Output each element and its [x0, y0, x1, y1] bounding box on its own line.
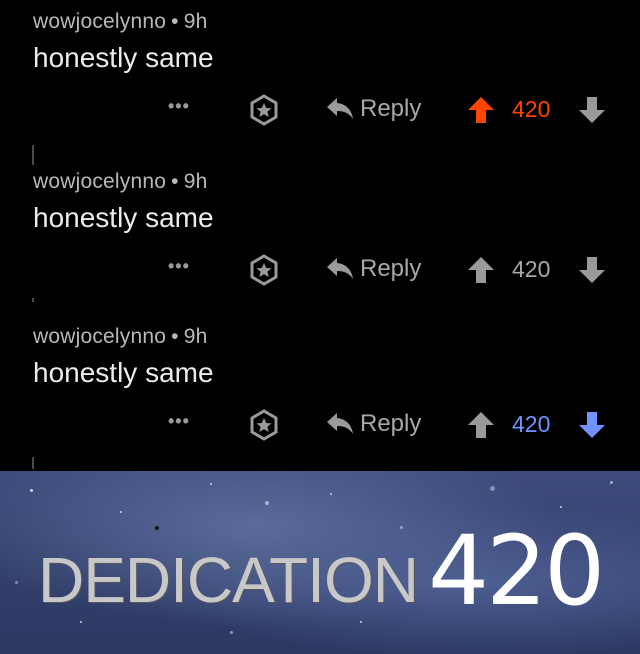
reply-icon[interactable] [325, 411, 355, 437]
star [15, 581, 18, 584]
comment-actions: ••• Reply 420 [0, 248, 640, 294]
comment-3: wowjocelynno • 9h honestly same ••• Reply … [0, 315, 640, 470]
upvote-arrow-icon[interactable] [467, 95, 495, 125]
timestamp: 9h [183, 170, 208, 193]
comment-actions: ••• Reply 420 [0, 403, 640, 449]
username[interactable]: wowjocelynno [33, 170, 166, 193]
more-options-button[interactable]: ••• [168, 256, 190, 277]
username[interactable]: wowjocelynno [33, 10, 166, 33]
star [610, 481, 613, 484]
star [265, 501, 269, 505]
timestamp: 9h [183, 10, 208, 33]
reply-button[interactable]: Reply [360, 255, 421, 283]
more-options-button[interactable]: ••• [168, 411, 190, 432]
star [210, 483, 212, 485]
meta-separator: • [171, 325, 179, 348]
thread-line [32, 457, 34, 469]
star [360, 621, 362, 623]
thread-line [32, 298, 34, 302]
banner-word: DEDICATION [38, 544, 419, 616]
reply-icon[interactable] [325, 256, 355, 282]
comment-meta: wowjocelynno • 9h [33, 10, 207, 34]
vote-score: 420 [512, 411, 551, 437]
reply-button[interactable]: Reply [360, 410, 421, 438]
comment-text: honestly same [33, 357, 214, 388]
award-icon[interactable] [248, 409, 280, 441]
star [230, 631, 233, 634]
upvote-arrow-icon[interactable] [467, 255, 495, 285]
star [155, 526, 159, 530]
comment-2: wowjocelynno • 9h honestly same ••• Reply … [0, 160, 640, 315]
downvote-arrow-icon[interactable] [578, 410, 606, 440]
banner-number: 420 [428, 515, 605, 627]
star [120, 511, 122, 513]
downvote-arrow-icon[interactable] [578, 95, 606, 125]
upvote-arrow-icon[interactable] [467, 410, 495, 440]
comment-actions: ••• Reply 420 [0, 88, 640, 134]
comment-meta: wowjocelynno • 9h [33, 325, 207, 349]
downvote-arrow-icon[interactable] [578, 255, 606, 285]
meme-banner: DEDICATION 420 [0, 471, 640, 654]
comment-1: wowjocelynno • 9h honestly same ••• Reply … [0, 0, 640, 155]
username[interactable]: wowjocelynno [33, 325, 166, 348]
reply-icon[interactable] [325, 96, 355, 122]
star [490, 486, 495, 491]
star [80, 621, 82, 623]
meta-separator: • [171, 170, 179, 193]
star [330, 493, 332, 495]
star [30, 489, 33, 492]
star [400, 526, 403, 529]
star [560, 506, 562, 508]
comment-meta: wowjocelynno • 9h [33, 170, 207, 194]
comment-text: honestly same [33, 42, 214, 73]
comment-text: honestly same [33, 202, 214, 233]
vote-score: 420 [512, 96, 551, 122]
more-options-button[interactable]: ••• [168, 96, 190, 117]
timestamp: 9h [183, 325, 208, 348]
reply-button[interactable]: Reply [360, 95, 421, 123]
meta-separator: • [171, 10, 179, 33]
award-icon[interactable] [248, 94, 280, 126]
award-icon[interactable] [248, 254, 280, 286]
vote-score: 420 [512, 256, 551, 282]
